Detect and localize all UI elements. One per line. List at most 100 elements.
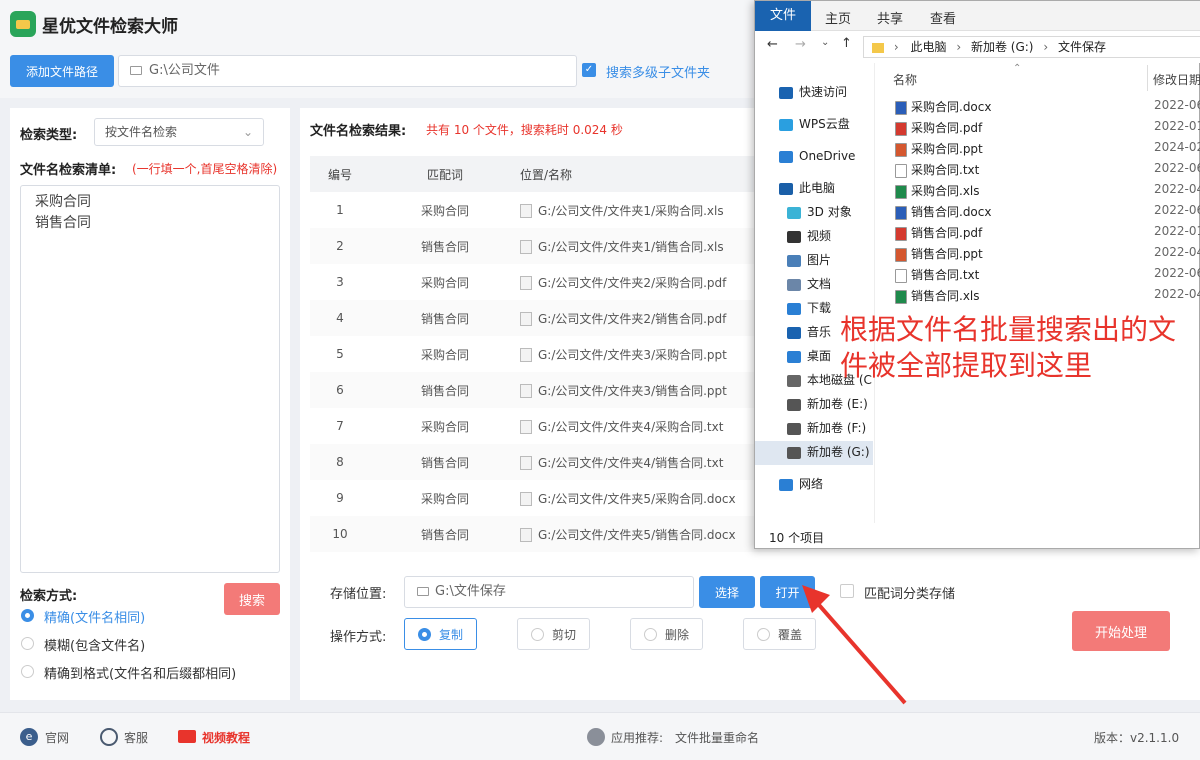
nav-item-this-pc[interactable]: 此电脑: [779, 177, 835, 199]
row-path-text: G:/公司文件/文件夹2/销售合同.pdf: [538, 311, 727, 326]
recent-chevron-icon[interactable]: ⌄: [821, 37, 829, 48]
table-row[interactable]: 4 销售合同 G:/公司文件/文件夹2/销售合同.pdf: [310, 300, 780, 336]
recommend-link[interactable]: 文件批量重命名: [675, 729, 759, 746]
row-index: 5: [336, 347, 344, 361]
results-table: 编号 匹配词 位置/名称 1 采购合同 G:/公司文件/文件夹1/采购合同.xl…: [310, 156, 780, 552]
list-item: 采购合同: [35, 194, 91, 210]
nav-item-quick-access[interactable]: 快速访问: [779, 81, 847, 103]
nav-item-desktop[interactable]: 桌面: [787, 345, 831, 367]
filename-list-textarea[interactable]: 采购合同 销售合同: [20, 185, 280, 573]
file-item[interactable]: 销售合同.pdf 2022-01: [895, 224, 1200, 245]
file-item[interactable]: 销售合同.docx 2022-06: [895, 203, 1200, 224]
nav-item-pictures[interactable]: 图片: [787, 249, 831, 271]
table-row[interactable]: 6 销售合同 G:/公司文件/文件夹3/销售合同.ppt: [310, 372, 780, 408]
file-name: 采购合同.txt: [911, 163, 980, 177]
path-input[interactable]: G:\公司文件: [118, 55, 577, 87]
ppt-file-icon: [895, 247, 907, 262]
col-header: 编号: [310, 156, 370, 192]
file-item[interactable]: 采购合同.txt 2022-06: [895, 161, 1200, 182]
service-link[interactable]: 客服: [124, 729, 148, 746]
file-item[interactable]: 销售合同.txt 2022-06: [895, 266, 1200, 287]
volume-f-icon: [787, 422, 801, 435]
col-header-name[interactable]: 名称: [893, 71, 917, 88]
multi-level-checkbox[interactable]: ✓: [582, 63, 596, 77]
file-icon: [520, 420, 532, 434]
table-row[interactable]: 5 采购合同 G:/公司文件/文件夹3/采购合同.ppt: [310, 336, 780, 372]
nav-item-volume-f[interactable]: 新加卷 (F:): [787, 417, 866, 439]
nav-item-onedrive[interactable]: OneDrive: [779, 145, 855, 167]
file-item[interactable]: 销售合同.ppt 2022-04: [895, 245, 1200, 266]
website-link[interactable]: 官网: [45, 729, 69, 746]
ribbon-tab-share[interactable]: 共享: [877, 8, 903, 27]
nav-item-network[interactable]: 网络: [779, 473, 823, 495]
add-path-button[interactable]: 添加文件路径: [10, 55, 114, 87]
row-match: 采购合同: [420, 491, 469, 506]
op-cut[interactable]: 剪切: [517, 618, 590, 650]
col-header: 匹配词: [370, 156, 520, 192]
op-copy[interactable]: 复制: [404, 618, 477, 650]
list-item: 销售合同: [35, 215, 91, 231]
table-row[interactable]: 9 采购合同 G:/公司文件/文件夹5/采购合同.docx: [310, 480, 780, 516]
txt-file-icon: [895, 268, 907, 283]
table-row[interactable]: 8 销售合同 G:/公司文件/文件夹4/销售合同.txt: [310, 444, 780, 480]
nav-item-volume-g[interactable]: 新加卷 (G:): [787, 441, 870, 463]
file-item[interactable]: 采购合同.docx 2022-06: [895, 98, 1200, 119]
col-header-date[interactable]: 修改日期: [1153, 71, 1200, 88]
file-name: 采购合同.pdf: [911, 121, 983, 135]
nav-item-3d-objects[interactable]: 3D 对象: [787, 201, 852, 223]
row-path-text: G:/公司文件/文件夹3/销售合同.ppt: [538, 383, 727, 398]
pdf-file-icon: [895, 226, 907, 241]
recommend-label: 应用推荐:: [611, 731, 664, 745]
table-row[interactable]: 2 销售合同 G:/公司文件/文件夹1/销售合同.xls: [310, 228, 780, 264]
chevron-down-icon: ⌄: [242, 125, 253, 139]
row-path-text: G:/公司文件/文件夹3/采购合同.ppt: [538, 347, 727, 362]
file-date: 2022-04: [1154, 245, 1200, 259]
table-row[interactable]: 3 采购合同 G:/公司文件/文件夹2/采购合同.pdf: [310, 264, 780, 300]
ribbon-tab-file[interactable]: 文件: [755, 1, 811, 31]
ribbon-tab-view[interactable]: 查看: [930, 8, 956, 27]
3d-objects-icon: [787, 206, 801, 219]
choose-button[interactable]: 选择: [699, 576, 755, 608]
nav-item-music[interactable]: 音乐: [787, 321, 831, 343]
video-link[interactable]: 视频教程: [202, 729, 250, 746]
breadcrumb-item[interactable]: 此电脑: [910, 40, 946, 54]
search-type-select[interactable]: 按文件名检索 ⌄: [94, 118, 264, 146]
method-radio-format[interactable]: [21, 665, 34, 678]
file-item[interactable]: 采购合同.xls 2022-04: [895, 182, 1200, 203]
file-item[interactable]: 采购合同.ppt 2024-02: [895, 140, 1200, 161]
this-pc-icon: [779, 182, 793, 195]
file-item[interactable]: 采购合同.pdf 2022-01: [895, 119, 1200, 140]
wps-cloud-icon: [779, 118, 793, 131]
file-date: 2022-06: [1154, 98, 1200, 112]
nav-item-volume-e[interactable]: 新加卷 (E:): [787, 393, 868, 415]
search-button[interactable]: 搜索: [224, 583, 280, 615]
table-row[interactable]: 1 采购合同 G:/公司文件/文件夹1/采购合同.xls: [310, 192, 780, 228]
file-date: 2024-02: [1154, 140, 1200, 154]
forward-arrow-icon[interactable]: →: [795, 37, 806, 52]
nav-item-wps-cloud[interactable]: WPS云盘: [779, 113, 850, 135]
search-type-value: 按文件名检索: [105, 125, 178, 139]
breadcrumb[interactable]: › 此电脑 › 新加卷 (G:) › 文件保存: [863, 36, 1200, 58]
method-radio-exact[interactable]: [21, 609, 34, 622]
nav-item-downloads[interactable]: 下载: [787, 297, 831, 319]
breadcrumb-item[interactable]: 新加卷 (G:): [971, 40, 1034, 54]
nav-item-documents[interactable]: 文档: [787, 273, 831, 295]
service-icon: [100, 728, 118, 746]
back-arrow-icon[interactable]: ←: [767, 37, 778, 52]
nav-item-label: 网络: [799, 477, 824, 491]
table-row[interactable]: 7 采购合同 G:/公司文件/文件夹4/采购合同.txt: [310, 408, 780, 444]
breadcrumb-item[interactable]: 文件保存: [1058, 40, 1106, 54]
storage-path-input[interactable]: G:\文件保存: [404, 576, 694, 608]
op-delete[interactable]: 删除: [630, 618, 703, 650]
start-button[interactable]: 开始处理: [1072, 611, 1170, 651]
op-radio: [530, 627, 544, 641]
row-index: 9: [336, 491, 344, 505]
ribbon-tab-home[interactable]: 主页: [825, 8, 851, 27]
file-item[interactable]: 销售合同.xls 2022-04: [895, 287, 1200, 308]
table-row[interactable]: 10 销售合同 G:/公司文件/文件夹5/销售合同.docx: [310, 516, 780, 552]
up-arrow-icon[interactable]: ↑: [841, 36, 852, 51]
arrow-head: [802, 585, 830, 613]
row-path: G:/公司文件/文件夹5/销售合同.docx: [520, 516, 780, 552]
method-radio-fuzzy[interactable]: [21, 637, 34, 650]
nav-item-videos[interactable]: 视频: [787, 225, 831, 247]
